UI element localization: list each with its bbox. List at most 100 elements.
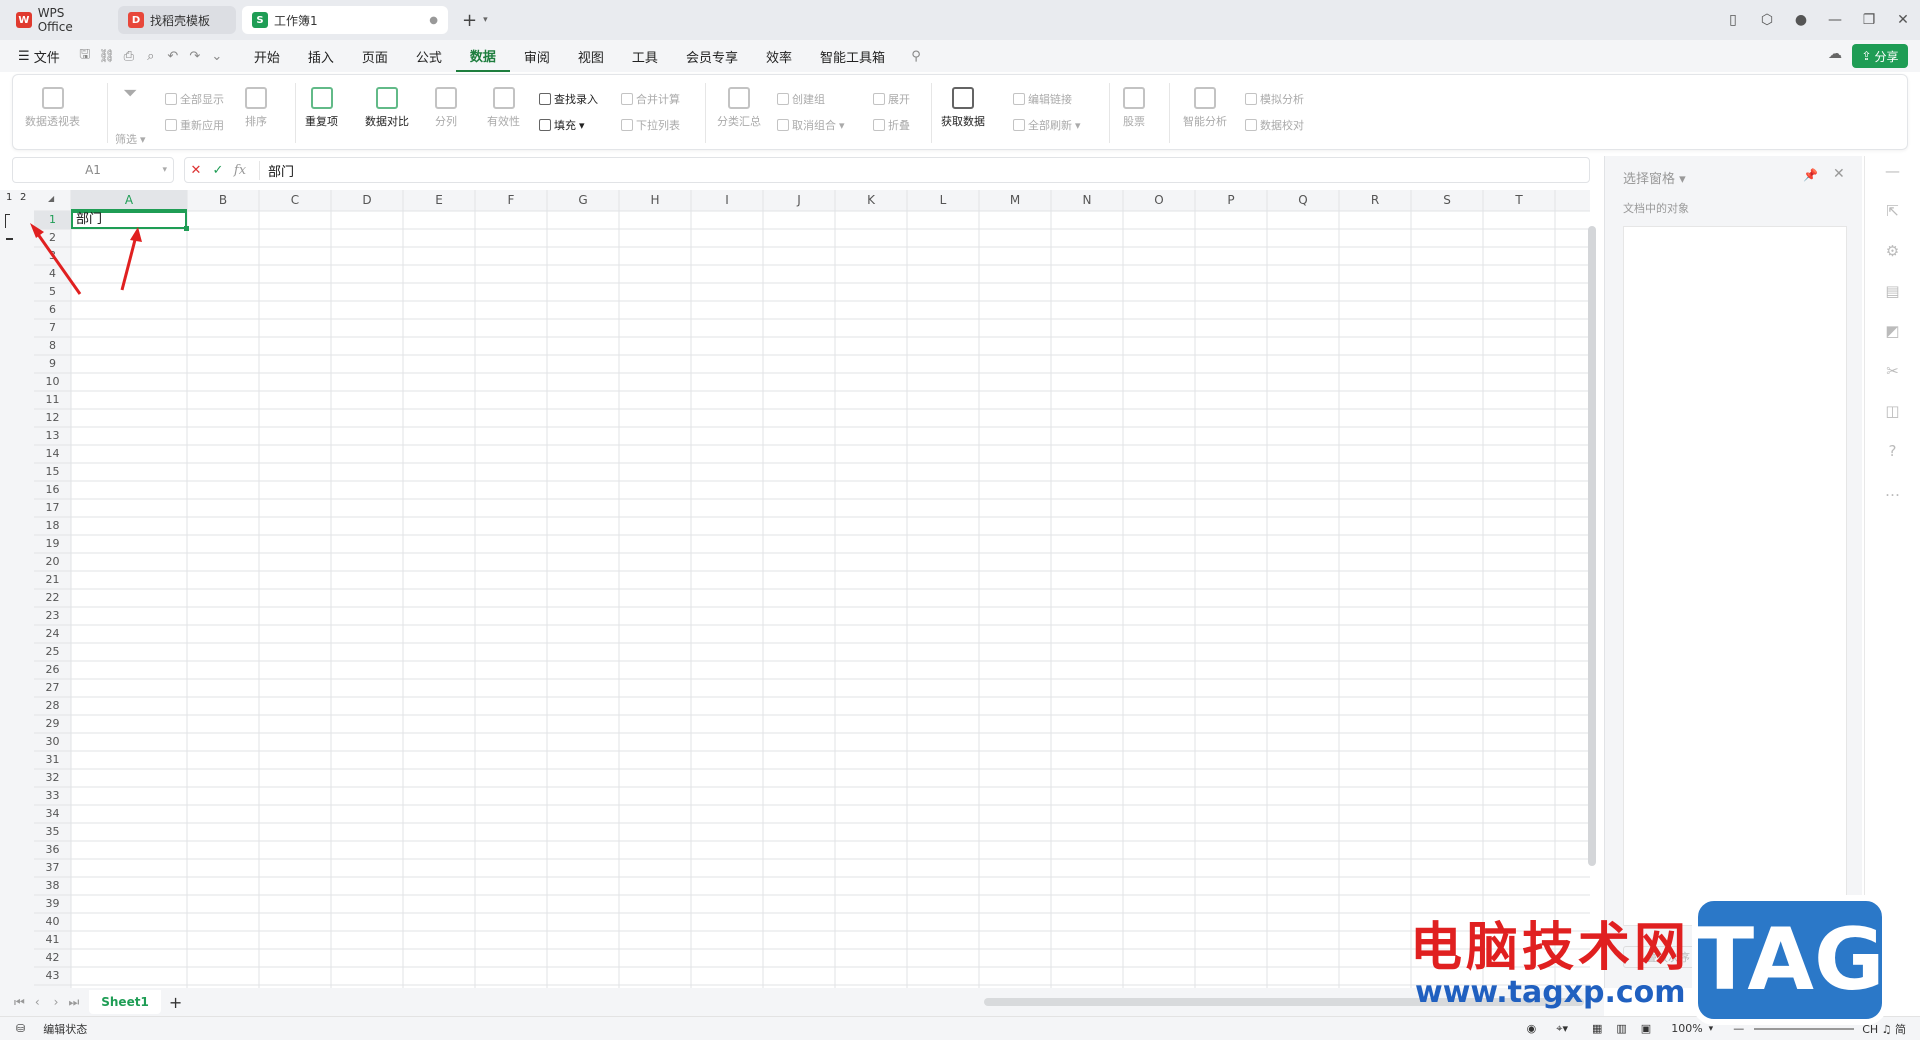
share-button[interactable]: ⇪ 分享	[1852, 44, 1908, 68]
row-header[interactable]: 28	[34, 697, 71, 715]
subtotal-button[interactable]: 分类汇总	[717, 87, 761, 129]
cursor-icon[interactable]: ⇱	[1865, 202, 1920, 220]
menu-insert[interactable]: 插入	[294, 40, 348, 72]
column-header[interactable]: E	[403, 190, 475, 211]
row-header[interactable]: 16	[34, 481, 71, 499]
pane-title[interactable]: 选择窗格 ▾	[1623, 168, 1686, 187]
validity-button[interactable]: 有效性	[487, 87, 520, 129]
row-header[interactable]: 8	[34, 337, 71, 355]
undo-icon[interactable]: ↶	[162, 49, 184, 64]
collapse-icon[interactable]: —	[1865, 162, 1920, 180]
new-tab-icon[interactable]: +	[462, 10, 477, 31]
row-header[interactable]: 27	[34, 679, 71, 697]
menu-start[interactable]: 开始	[240, 40, 294, 72]
column-header[interactable]: O	[1123, 190, 1195, 211]
duplicates-button[interactable]: 重复项	[305, 87, 338, 129]
spreadsheet-grid[interactable]: ABCDEFGHIJKLMNOPQRST◢ 123456789101112131…	[0, 190, 1600, 990]
row-header[interactable]: 14	[34, 445, 71, 463]
column-header[interactable]: R	[1339, 190, 1411, 211]
close-icon[interactable]: ✕	[1833, 166, 1845, 182]
macro-icon[interactable]: ⛁	[16, 1022, 25, 1035]
row-header[interactable]: 11	[34, 391, 71, 409]
column-header[interactable]: P	[1195, 190, 1267, 211]
more-icon[interactable]: …	[1865, 482, 1920, 500]
row-header[interactable]: 15	[34, 463, 71, 481]
consolidate-button[interactable]: 合并计算	[621, 91, 680, 107]
show-all-button[interactable]: 全部显示	[165, 91, 224, 107]
more-icon[interactable]: ⌄	[206, 49, 228, 64]
ungroup-button[interactable]: 取消组合 ▾	[777, 117, 845, 133]
vertical-scrollbar[interactable]	[1588, 214, 1598, 894]
row-header[interactable]: 17	[34, 499, 71, 517]
next-sheet-icon[interactable]: ›	[54, 995, 59, 1009]
link-icon[interactable]: ⛓	[96, 49, 118, 64]
data-check-button[interactable]: 数据校对	[1245, 117, 1304, 133]
column-header[interactable]: C	[259, 190, 331, 211]
column-header[interactable]: S	[1411, 190, 1483, 211]
row-header[interactable]: 6	[34, 301, 71, 319]
close-icon[interactable]: ✕	[1886, 12, 1920, 28]
layout-icon[interactable]: ▯	[1716, 12, 1750, 28]
add-sheet-button[interactable]: +	[169, 993, 182, 1012]
save-icon[interactable]: 🖫	[74, 45, 96, 67]
column-header[interactable]: H	[619, 190, 691, 211]
column-header[interactable]: T	[1483, 190, 1555, 211]
restore-icon[interactable]: ❐	[1852, 12, 1886, 28]
row-header[interactable]: 13	[34, 427, 71, 445]
row-header[interactable]: 38	[34, 877, 71, 895]
row-header[interactable]: 33	[34, 787, 71, 805]
menu-smart-toolbox[interactable]: 智能工具箱	[806, 40, 899, 72]
stocks-button[interactable]: 股票	[1123, 87, 1145, 129]
column-header[interactable]: I	[691, 190, 763, 211]
create-group-button[interactable]: 创建组	[777, 91, 825, 107]
search-icon[interactable]: ⚲	[905, 49, 927, 64]
row-header[interactable]: 30	[34, 733, 71, 751]
column-header[interactable]: M	[979, 190, 1051, 211]
row-header[interactable]: 36	[34, 841, 71, 859]
collapse-button[interactable]: 折叠	[873, 117, 910, 133]
row-header[interactable]: 31	[34, 751, 71, 769]
row-header[interactable]: 41	[34, 931, 71, 949]
column-header[interactable]: N	[1051, 190, 1123, 211]
tools-icon[interactable]: ✂	[1865, 362, 1920, 380]
formula-input[interactable]: ✕ ✓ fx 部门	[184, 157, 1590, 183]
row-header[interactable]: 34	[34, 805, 71, 823]
row-header[interactable]: 35	[34, 823, 71, 841]
cloud-icon[interactable]: ☁	[1828, 46, 1842, 62]
prev-sheet-icon[interactable]: ‹	[35, 995, 40, 1009]
row-header[interactable]: 26	[34, 661, 71, 679]
row-header[interactable]: 23	[34, 607, 71, 625]
format-icon[interactable]: ▤	[1865, 282, 1920, 300]
menu-review[interactable]: 审阅	[510, 40, 564, 72]
row-header[interactable]: 22	[34, 589, 71, 607]
row-header[interactable]: 12	[34, 409, 71, 427]
chart-icon[interactable]: ◩	[1865, 322, 1920, 340]
name-box[interactable]: A1 ▾	[12, 157, 174, 183]
menu-page[interactable]: 页面	[348, 40, 402, 72]
fx-icon[interactable]: fx	[229, 163, 251, 178]
expand-button[interactable]: 展开	[873, 91, 910, 107]
filter-button[interactable]: 筛选 ▾	[115, 131, 146, 147]
row-header[interactable]: 10	[34, 373, 71, 391]
menu-view[interactable]: 视图	[564, 40, 618, 72]
row-header[interactable]: 19	[34, 535, 71, 553]
column-header[interactable]: D	[331, 190, 403, 211]
lookup-entry-button[interactable]: 查找录入	[539, 91, 598, 107]
menu-tools[interactable]: 工具	[618, 40, 672, 72]
edit-links-button[interactable]: 编辑链接	[1013, 91, 1072, 107]
redo-icon[interactable]: ↷	[184, 49, 206, 64]
column-header[interactable]: L	[907, 190, 979, 211]
column-header[interactable]: K	[835, 190, 907, 211]
get-data-button[interactable]: 获取数据	[941, 87, 985, 129]
cancel-icon[interactable]: ✕	[185, 163, 207, 178]
split-column-button[interactable]: 分列	[435, 87, 457, 129]
chevron-down-icon[interactable]: ▾	[483, 15, 488, 25]
fill-button[interactable]: 填充 ▾	[539, 117, 585, 133]
menu-member[interactable]: 会员专享	[672, 40, 752, 72]
row-header[interactable]: 39	[34, 895, 71, 913]
simulation-button[interactable]: 模拟分析	[1245, 91, 1304, 107]
refresh-all-button[interactable]: 全部刷新 ▾	[1013, 117, 1081, 133]
share-panel-icon[interactable]: ◫	[1865, 402, 1920, 420]
cube-icon[interactable]: ⬡	[1750, 12, 1784, 28]
row-header[interactable]: 42	[34, 949, 71, 967]
